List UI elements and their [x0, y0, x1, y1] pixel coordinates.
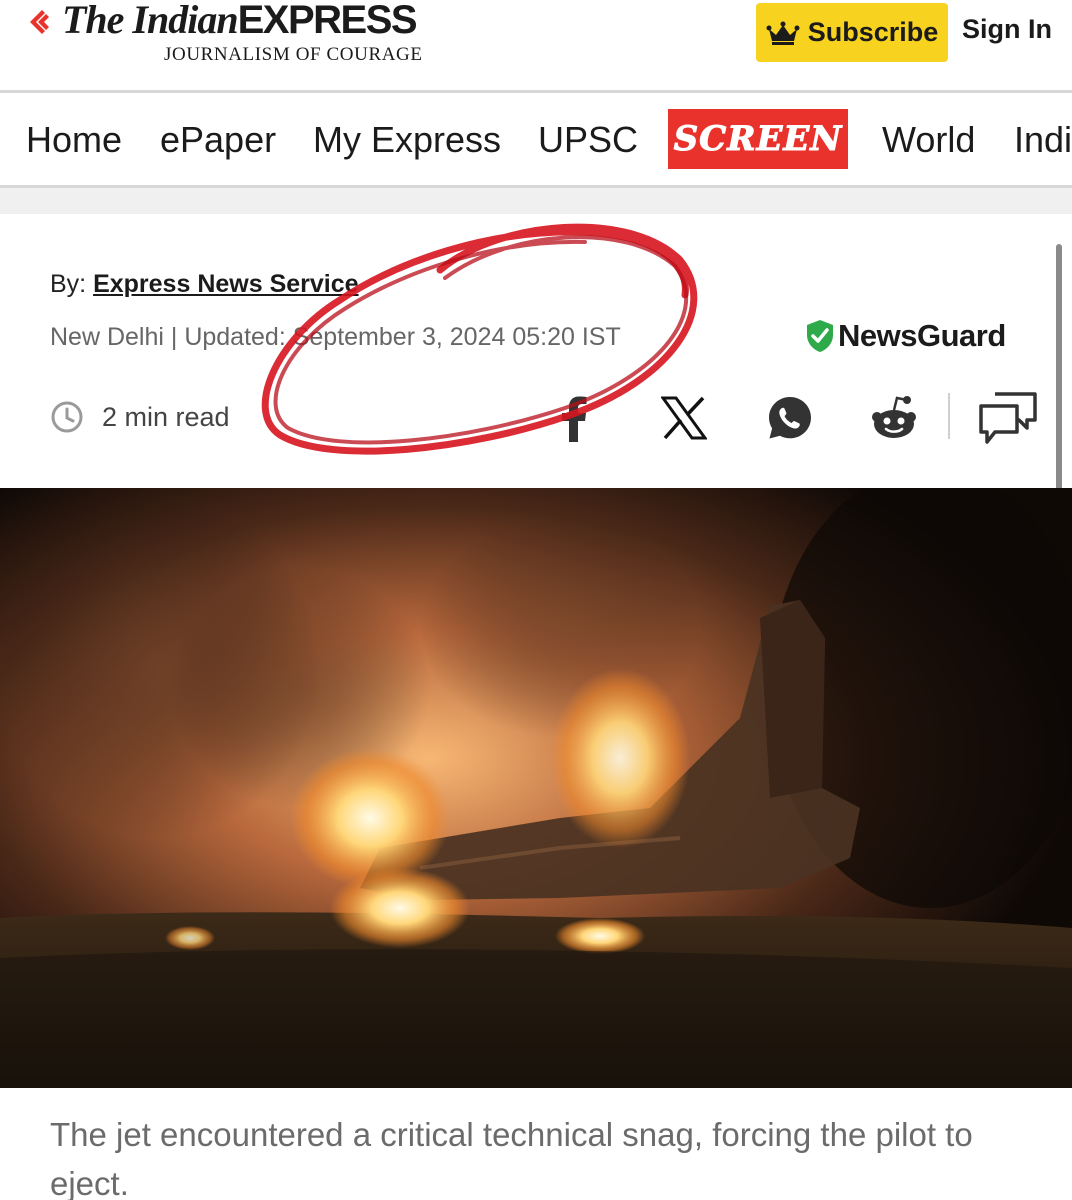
- comments-button[interactable]: [976, 390, 1040, 446]
- author-link[interactable]: Express News Service: [93, 270, 358, 298]
- x-icon: [661, 396, 707, 440]
- share-whatsapp[interactable]: [762, 390, 818, 446]
- byline-prefix: By:: [50, 270, 87, 298]
- byline: By: Express News Service: [50, 270, 359, 299]
- newsguard-label: NewsGuard: [838, 318, 1006, 353]
- nav-item-india[interactable]: Indi: [1014, 119, 1072, 161]
- clock-icon: [51, 401, 83, 433]
- logo-express: EXPRESS: [237, 0, 418, 42]
- screen-logo-text: SCREEN: [673, 119, 843, 160]
- hero-image[interactable]: [0, 488, 1072, 1088]
- sign-in-link[interactable]: Sign In: [962, 14, 1052, 45]
- nav-item-upsc[interactable]: UPSC: [538, 119, 638, 161]
- nav-item-world[interactable]: World: [882, 119, 975, 161]
- reddit-icon: [872, 396, 916, 438]
- nav-item-epaper[interactable]: ePaper: [160, 119, 276, 161]
- nav-item-home[interactable]: Home: [26, 119, 122, 161]
- article-page: The IndianEXPRESS JOURNALISM OF COURAGE …: [0, 0, 1072, 1200]
- image-caption: The jet encountered a critical technical…: [50, 1116, 973, 1200]
- share-facebook[interactable]: [546, 390, 602, 446]
- logo-the-indian: The Indian: [62, 0, 239, 42]
- nav-divider-strip: [0, 188, 1072, 214]
- logo-flame-icon: [30, 10, 49, 34]
- newsguard-shield-icon: [807, 320, 833, 352]
- crown-icon: [766, 21, 800, 45]
- dateline: New Delhi | Updated: September 3, 2024 0…: [50, 323, 621, 351]
- facebook-icon: [562, 396, 587, 442]
- read-time: 2 min read: [50, 400, 230, 434]
- site-logo[interactable]: The IndianEXPRESS JOURNALISM OF COURAGE: [26, 0, 436, 80]
- subscribe-label: Subscribe: [807, 17, 939, 47]
- subscribe-button[interactable]: Subscribe: [756, 3, 948, 62]
- read-time-label: 2 min read: [102, 401, 230, 432]
- share-divider: [948, 393, 950, 439]
- newsguard-badge[interactable]: NewsGuard: [806, 318, 1006, 354]
- share-x[interactable]: [656, 390, 712, 446]
- logo-tagline: JOURNALISM OF COURAGE: [164, 44, 423, 65]
- site-header: The IndianEXPRESS JOURNALISM OF COURAGE …: [0, 0, 1072, 90]
- main-nav: Home ePaper My Express UPSC SCREEN World…: [0, 90, 1072, 188]
- nav-item-my-express[interactable]: My Express: [313, 119, 501, 161]
- burning-jet-photo: [0, 488, 1072, 1088]
- whatsapp-icon: [769, 397, 811, 439]
- share-reddit[interactable]: [866, 390, 922, 446]
- nav-item-screen[interactable]: SCREEN: [668, 109, 848, 169]
- comments-icon: [979, 392, 1037, 444]
